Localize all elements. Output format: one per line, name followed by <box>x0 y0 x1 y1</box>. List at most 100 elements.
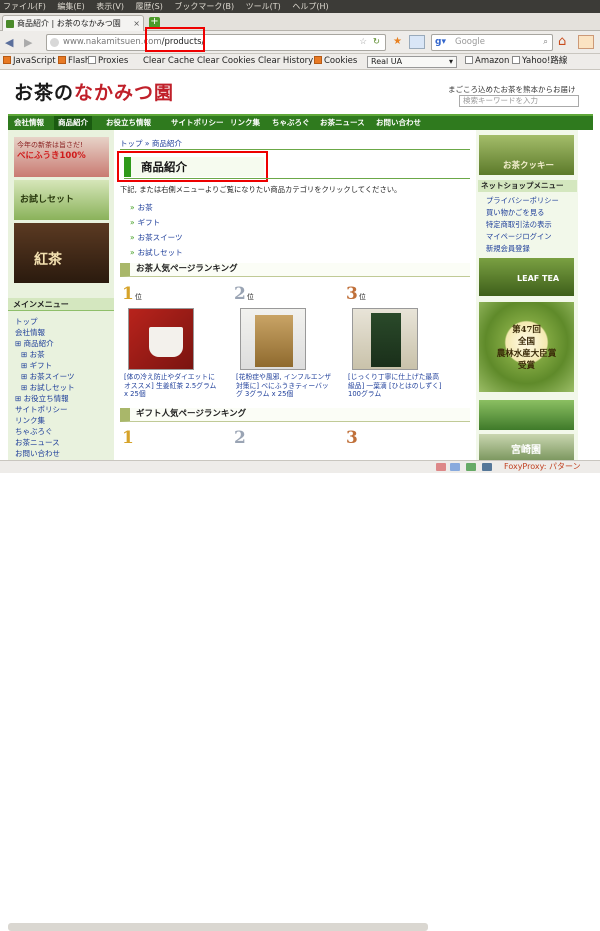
status-addon-icon[interactable] <box>450 463 460 471</box>
menu-item-sweets[interactable]: ⊞ お茶スイーツ <box>21 371 75 382</box>
bookmark-yahoo-route[interactable]: Yahoo!路線 <box>512 54 567 69</box>
status-addon-icon[interactable] <box>482 463 492 471</box>
banner-trial-set[interactable]: お試しセット <box>14 180 109 220</box>
banner-bottom[interactable]: 宮崎園 <box>479 434 574 460</box>
bookmark-amazon[interactable]: Amazon <box>465 54 509 69</box>
category-gift[interactable]: ギフト <box>130 217 161 228</box>
search-placeholder: Google <box>455 37 485 47</box>
menu-view[interactable]: 表示(V) <box>96 2 124 11</box>
site-logo[interactable]: お茶のなかみつ園 <box>14 78 174 105</box>
product-image-hitoha-no-shizuku[interactable] <box>352 308 418 370</box>
forward-arrow-icon[interactable]: ▶ <box>24 36 32 49</box>
shop-legal-notice[interactable]: 特定商取引法の表示 <box>486 220 552 230</box>
user-agent-select[interactable]: Real UA ▾ <box>367 56 457 68</box>
menu-tools[interactable]: ツール(T) <box>246 2 281 11</box>
rank-1-label: 1位 <box>122 284 142 304</box>
reload-icon[interactable]: ↻ <box>373 35 380 50</box>
bookmark-icon[interactable]: ★ <box>393 36 402 47</box>
clear-cookies-button[interactable]: Clear Cookies <box>197 54 255 69</box>
url-bar[interactable]: www.nakamitsuen.com/products/ ☆ ↻ <box>46 34 386 51</box>
menu-item-tea[interactable]: ⊞ お茶 <box>21 349 45 360</box>
clear-history-button[interactable]: Clear History <box>258 54 313 69</box>
product-name-1[interactable]: [体の冷え防止やダイエットにオススメ] 生姜紅茶 2.5グラム x 25個 <box>124 373 220 399</box>
extension-icon[interactable] <box>578 35 594 49</box>
menu-help[interactable]: ヘルプ(H) <box>292 2 328 11</box>
site-tagline: まごころ込めたお茶を熊本からお届け <box>448 85 576 94</box>
product-name-3[interactable]: [じっくり丁寧に仕上げた最高級品] 一葉滴 [ひとはのしずく] 100グラム <box>348 373 444 399</box>
status-bar: FoxyProxy: パターン <box>0 460 600 931</box>
home-icon[interactable]: ⌂ <box>558 34 566 49</box>
nav-site-policy[interactable]: サイトポリシー <box>171 116 224 130</box>
banner-tea-cookie[interactable]: お茶クッキー <box>479 135 574 175</box>
bookmarks-toolbar: JavaScript Flash Proxies Clear Cache Cle… <box>0 54 600 70</box>
menu-item-trial[interactable]: ⊞ お試しセット <box>21 382 75 393</box>
url-highlight-box <box>145 27 205 52</box>
menu-item-gift[interactable]: ⊞ ギフト <box>21 360 52 371</box>
status-addon-icon[interactable] <box>436 463 446 471</box>
product-image-ginger-tea[interactable] <box>128 308 194 370</box>
menu-item-blog[interactable]: ちゃぶろぐ <box>15 426 53 437</box>
close-tab-icon[interactable]: × <box>133 16 140 31</box>
globe-icon <box>50 38 59 47</box>
menu-edit[interactable]: 編集(E) <box>57 2 84 11</box>
rank-3-label: 3位 <box>346 284 366 304</box>
banner-tea-field[interactable] <box>479 400 574 430</box>
menu-item-company[interactable]: 会社情報 <box>15 327 45 338</box>
nav-company[interactable]: 会社情報 <box>14 116 44 130</box>
search-icon[interactable]: ⌕ <box>543 35 548 50</box>
product-name-2[interactable]: [花粉症や風邪, インフルエンザ対策に] べにふうきティーバッグ 3グラム x … <box>236 373 332 399</box>
intro-text: 下記, または右側メニューよりご覧になりたい商品カテゴリをクリックしてください。 <box>120 185 402 194</box>
status-addon-icon[interactable] <box>466 463 476 471</box>
menu-item-contact[interactable]: お問い合わせ <box>15 448 60 459</box>
back-arrow-icon[interactable]: ◀ <box>5 36 13 49</box>
banner-black-tea[interactable]: 紅茶 <box>14 223 109 283</box>
shop-register[interactable]: 新規会員登録 <box>486 244 530 254</box>
nav-chablog[interactable]: ちゃぶろぐ <box>272 116 310 130</box>
navigation-toolbar: ◀ ▶ www.nakamitsuen.com/products/ ☆ ↻ ★ … <box>0 31 600 54</box>
breadcrumb[interactable]: トップ » 商品紹介 <box>120 138 182 149</box>
menu-item-policy[interactable]: サイトポリシー <box>15 404 68 415</box>
menu-item-top[interactable]: トップ <box>15 316 38 327</box>
nav-links[interactable]: リンク集 <box>230 116 260 130</box>
tab-active[interactable]: 商品紹介 | お茶のなかみつ園 × <box>2 15 144 31</box>
gift-rank-3: 3 <box>346 428 358 448</box>
banner-leaf-tea[interactable]: LEAF TEA <box>479 258 574 296</box>
menu-file[interactable]: ファイル(F) <box>3 2 46 11</box>
banner-shincha[interactable]: 今年の新茶は旨さだ! べにふうき100% <box>14 137 109 177</box>
search-box[interactable]: g▾ Google ⌕ <box>431 34 553 51</box>
menu-item-news[interactable]: お茶ニュース <box>15 437 60 448</box>
menu-history[interactable]: 履歴(S) <box>136 2 163 11</box>
category-trial-set[interactable]: お試しセット <box>130 247 183 258</box>
toggle-proxies[interactable]: Proxies <box>88 54 128 69</box>
shop-privacy-policy[interactable]: プライバシーポリシー <box>486 196 559 206</box>
product-image-benifuuki-teabag[interactable] <box>240 308 306 370</box>
menu-bookmarks[interactable]: ブックマーク(B) <box>174 2 234 11</box>
site-search-input[interactable]: 検索キーワードを入力 <box>459 95 579 107</box>
menu-bar: ファイル(F) 編集(E) 表示(V) 履歴(S) ブックマーク(B) ツール(… <box>0 0 600 13</box>
toggle-cookies[interactable]: Cookies <box>314 54 357 69</box>
foxyproxy-status[interactable]: FoxyProxy: パターン <box>504 461 581 473</box>
horizontal-scrollbar[interactable] <box>8 923 428 931</box>
tab-title: 商品紹介 | お茶のなかみつ園 <box>17 19 121 28</box>
web-page: お茶のなかみつ園 まごころ込めたお茶を熊本からお届け 検索キーワードを入力 会社… <box>0 70 600 460</box>
category-tea[interactable]: お茶 <box>130 202 153 213</box>
menu-item-useful[interactable]: ⊞ お役立ち情報 <box>15 393 69 404</box>
nav-useful-info[interactable]: お役立ち情報 <box>106 116 151 130</box>
menu-item-products[interactable]: ⊞ 商品紹介 <box>15 338 54 349</box>
toggle-javascript[interactable]: JavaScript <box>3 54 56 69</box>
google-icon: g▾ <box>435 37 446 47</box>
nav-tea-news[interactable]: お茶ニュース <box>320 116 365 130</box>
bookmark-star-icon[interactable]: ☆ <box>359 35 367 50</box>
nav-products[interactable]: 商品紹介 <box>54 116 92 130</box>
category-sweets[interactable]: お茶スイーツ <box>130 232 183 243</box>
shop-view-cart[interactable]: 買い物かごを見る <box>486 208 544 218</box>
addon-icon[interactable] <box>409 35 425 49</box>
toggle-flash[interactable]: Flash <box>58 54 90 69</box>
nav-contact[interactable]: お問い合わせ <box>376 116 421 130</box>
shop-mypage-login[interactable]: マイページログイン <box>486 232 552 242</box>
award-badge[interactable]: 第47回 全国 農林水産大臣賞 受賞 <box>479 302 574 392</box>
menu-item-links[interactable]: リンク集 <box>15 415 45 426</box>
global-nav: 会社情報 商品紹介 お役立ち情報 サイトポリシー リンク集 ちゃぶろぐ お茶ニュ… <box>8 114 593 130</box>
clear-cache-button[interactable]: Clear Cache <box>143 54 194 69</box>
gift-ranking-heading: ギフト人気ページランキング <box>120 408 470 422</box>
